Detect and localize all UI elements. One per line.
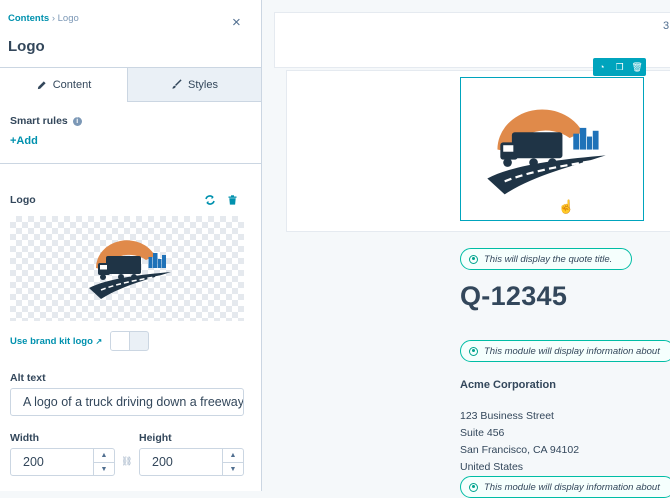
delete-icon[interactable]: 🗑 — [630, 62, 644, 73]
quote-number: Q-12345 — [460, 281, 568, 311]
duplicate-icon[interactable]: ❐ — [612, 62, 626, 73]
brush-icon — [172, 79, 182, 89]
smart-rules-label: Smart rules — [10, 115, 68, 127]
breadcrumb-current: Logo — [57, 13, 79, 24]
truck-logo-image — [89, 240, 171, 299]
tab-content-label: Content — [52, 79, 92, 91]
close-icon[interactable]: × — [232, 15, 241, 30]
chevron-up-icon[interactable]: ▲ — [223, 449, 243, 463]
width-input[interactable]: 200 ▲ ▼ — [10, 448, 115, 476]
truck-logo-image — [487, 109, 606, 195]
address-line: United States — [460, 461, 524, 473]
smart-rules-heading: Smart rules i — [10, 115, 82, 127]
delete-image-icon[interactable] — [228, 195, 237, 205]
quote-title-pill-text: This will display the quote title. — [484, 253, 613, 265]
logo-preview[interactable] — [10, 216, 244, 321]
tab-content[interactable]: Content — [0, 68, 128, 102]
height-input[interactable]: 200 ▲ ▼ — [139, 448, 244, 476]
module-info-pill-text: This module will display information abo… — [484, 345, 660, 357]
module-info-pill[interactable]: This module will display information abo… — [460, 340, 670, 362]
breadcrumb-separator: › — [51, 13, 55, 24]
smart-content-icon — [469, 346, 478, 356]
smart-content-icon[interactable]: ◔ — [595, 62, 609, 72]
chevron-down-icon[interactable]: ▼ — [94, 463, 114, 475]
width-value: 200 — [23, 455, 44, 469]
address-line: San Francisco, CA 94102 — [460, 444, 580, 456]
breadcrumb: Contents › Logo — [8, 13, 79, 24]
add-smart-rule-button[interactable]: +Add — [10, 135, 38, 147]
smart-content-icon — [469, 254, 478, 264]
logo-field-label: Logo — [10, 194, 36, 206]
bottom-module-pill[interactable]: This module will display information abo… — [460, 476, 670, 498]
tab-styles-label: Styles — [188, 78, 218, 91]
external-link-icon: ↗ — [95, 337, 103, 346]
tab-styles[interactable]: Styles — [128, 68, 261, 101]
height-label: Height — [139, 432, 172, 444]
brand-kit-toggle[interactable] — [110, 331, 149, 351]
page-number: 3 — [663, 20, 670, 32]
alt-text-label: Alt text — [10, 372, 46, 384]
toggle-knob — [111, 332, 130, 350]
smart-content-icon — [469, 482, 478, 492]
module-toolbar: ◔ ❐ 🗑 — [593, 58, 646, 76]
hand-cursor-icon: ☝ — [558, 199, 575, 214]
pencil-icon — [37, 80, 46, 89]
panel-title: Logo — [8, 38, 45, 55]
chevron-up-icon[interactable]: ▲ — [94, 449, 114, 463]
brand-kit-logo-link[interactable]: Use brand kit logo ↗ — [10, 336, 102, 347]
address-line: Suite 456 — [460, 427, 505, 439]
chevron-down-icon[interactable]: ▼ — [223, 463, 243, 475]
address-line: 123 Business Street — [460, 410, 554, 422]
lock-ratio-chain-icon[interactable]: ⛓ — [121, 456, 132, 467]
brand-kit-logo-label: Use brand kit logo — [10, 336, 93, 347]
width-label: Width — [10, 432, 40, 444]
height-value: 200 — [152, 455, 173, 469]
selected-logo-module[interactable] — [460, 77, 644, 221]
alt-text-input[interactable]: A logo of a truck driving down a freeway — [10, 388, 244, 416]
quote-title-pill[interactable]: This will display the quote title. — [460, 248, 632, 270]
company-name: Acme Corporation — [460, 379, 556, 391]
replace-image-icon[interactable] — [205, 195, 215, 205]
tab-bar: Content Styles — [0, 67, 261, 102]
editor-sidebar: Contents › Logo × Logo Content Styles Sm… — [0, 0, 262, 491]
breadcrumb-contents-link[interactable]: Contents — [8, 13, 49, 24]
height-stepper[interactable]: ▲ ▼ — [222, 449, 243, 475]
divider — [0, 163, 261, 164]
width-stepper[interactable]: ▲ ▼ — [93, 449, 114, 475]
info-icon[interactable]: i — [72, 117, 82, 126]
